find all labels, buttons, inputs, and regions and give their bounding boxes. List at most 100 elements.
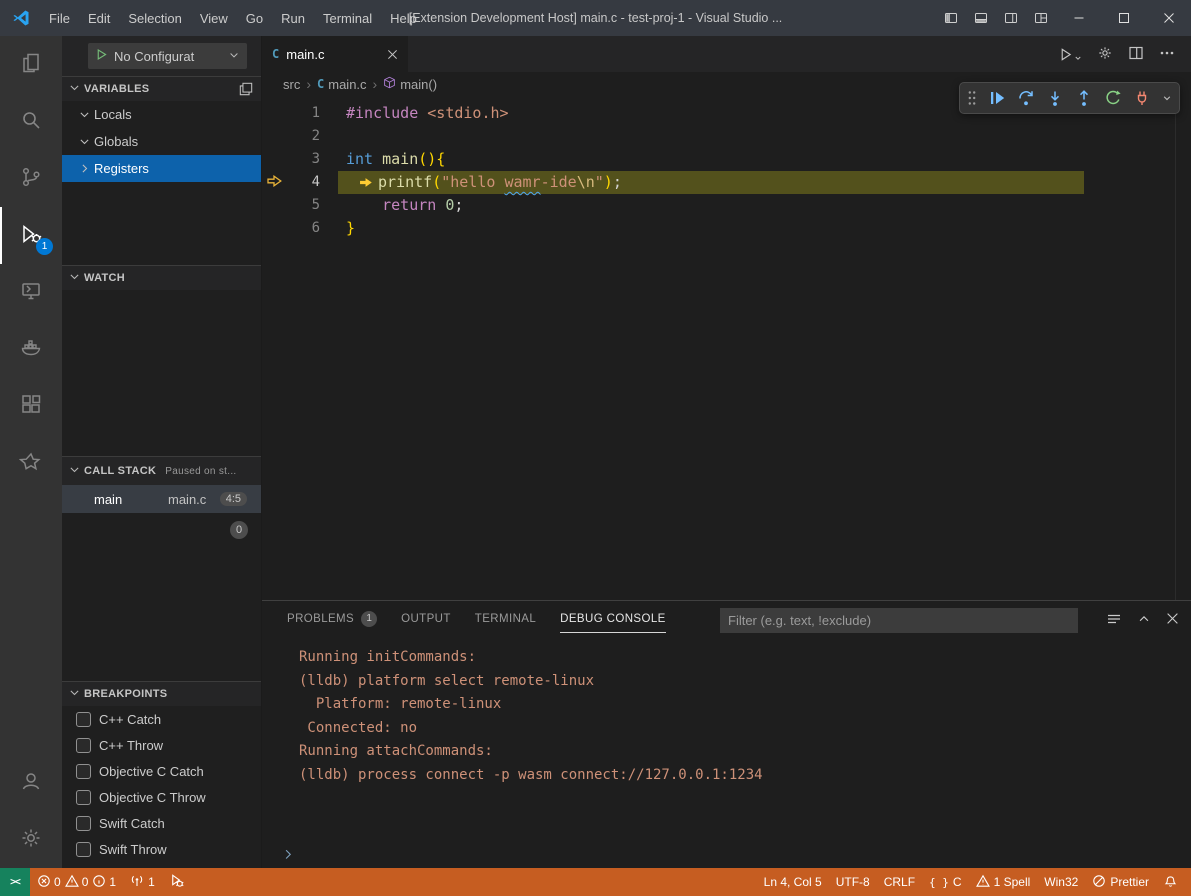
- continue-icon[interactable]: [988, 89, 1006, 107]
- breakpoint-item[interactable]: Swift Catch: [62, 810, 261, 836]
- activity-item-settings[interactable]: [0, 811, 62, 868]
- activity-item-source-control[interactable]: [0, 150, 62, 207]
- code-line-4[interactable]: 4printf("hello wamr-ide\n");: [262, 171, 1191, 194]
- activity-item-extensions[interactable]: [0, 378, 62, 435]
- breakpoint-item[interactable]: Swift Throw: [62, 836, 261, 862]
- checkbox-icon[interactable]: [76, 790, 91, 805]
- menu-go[interactable]: Go: [237, 0, 272, 36]
- maximize-panel-icon[interactable]: [1137, 612, 1151, 629]
- call-stack-frame[interactable]: main main.c 4:5: [62, 485, 261, 513]
- code-line-2[interactable]: 2: [262, 125, 1191, 148]
- notifications-bell[interactable]: [1156, 868, 1185, 896]
- platform-status[interactable]: Win32: [1037, 868, 1085, 896]
- debug-config-select[interactable]: No Configurat: [88, 43, 247, 69]
- language-mode[interactable]: { } C: [922, 868, 969, 896]
- debug-status[interactable]: [162, 868, 191, 896]
- code-line-5[interactable]: 5 return 0;: [262, 194, 1191, 217]
- menu-edit[interactable]: Edit: [79, 0, 119, 36]
- breakpoint-item[interactable]: C++ Catch: [62, 706, 261, 732]
- eol-sequence[interactable]: CRLF: [877, 868, 922, 896]
- close-tab-icon[interactable]: [387, 49, 398, 60]
- panel-tab-output[interactable]: OUTPUT: [401, 607, 451, 633]
- activity-item-favorites[interactable]: [0, 435, 62, 492]
- activity-item-accounts[interactable]: [0, 754, 62, 811]
- glyph-margin[interactable]: [262, 125, 286, 148]
- variables-item-locals[interactable]: Locals: [62, 101, 261, 128]
- activity-item-docker[interactable]: [0, 321, 62, 378]
- activity-item-run-and-debug[interactable]: 1: [0, 207, 62, 264]
- menu-run[interactable]: Run: [272, 0, 314, 36]
- code-line-3[interactable]: 3int main(){: [262, 148, 1191, 171]
- remote-indicator[interactable]: ><: [0, 868, 30, 896]
- watch-section-header[interactable]: WATCH: [62, 266, 261, 290]
- split-editor-icon[interactable]: [1128, 45, 1144, 64]
- cursor-position[interactable]: Ln 4, Col 5: [757, 868, 829, 896]
- line-number[interactable]: 1: [286, 102, 320, 125]
- toggle-primary-sidebar-icon[interactable]: [936, 0, 966, 36]
- glyph-margin[interactable]: [262, 102, 286, 125]
- customize-layout-icon[interactable]: [1026, 0, 1056, 36]
- menu-selection[interactable]: Selection: [119, 0, 190, 36]
- code-editor[interactable]: 1#include <stdio.h>23int main(){4printf(…: [262, 96, 1191, 600]
- line-number[interactable]: 4: [286, 171, 320, 194]
- console-filter-input[interactable]: [720, 608, 1078, 633]
- collapse-all-icon[interactable]: [239, 82, 253, 96]
- tab-main-c[interactable]: C main.c: [262, 36, 408, 72]
- panel-tab-problems[interactable]: PROBLEMS1: [287, 607, 377, 633]
- restart-icon[interactable]: [1104, 89, 1122, 107]
- maximize-button[interactable]: [1101, 0, 1146, 36]
- step-out-icon[interactable]: [1075, 89, 1093, 107]
- breakpoint-item[interactable]: C++ Throw: [62, 732, 261, 758]
- call-stack-section-header[interactable]: CALL STACK Paused on st...: [62, 457, 261, 485]
- breadcrumb-symbol[interactable]: main(): [383, 76, 437, 92]
- glyph-margin[interactable]: [262, 171, 286, 194]
- activity-item-explorer[interactable]: [0, 36, 62, 93]
- console-input[interactable]: [262, 842, 1191, 868]
- step-over-icon[interactable]: [1017, 89, 1035, 107]
- activity-item-remote-explorer[interactable]: [0, 264, 62, 321]
- variables-item-globals[interactable]: Globals: [62, 128, 261, 155]
- editor-gear-icon[interactable]: [1097, 45, 1113, 64]
- variables-section-header[interactable]: VARIABLES: [62, 77, 261, 101]
- glyph-margin[interactable]: [262, 194, 286, 217]
- breadcrumb-folder[interactable]: src: [283, 77, 300, 92]
- toolbar-drag-handle[interactable]: [967, 89, 977, 107]
- run-file-button[interactable]: [1058, 47, 1082, 62]
- line-number[interactable]: 6: [286, 217, 320, 240]
- breakpoint-item[interactable]: Objective C Throw: [62, 784, 261, 810]
- checkbox-icon[interactable]: [76, 712, 91, 727]
- code-line-6[interactable]: 6}: [262, 217, 1191, 240]
- line-number[interactable]: 5: [286, 194, 320, 217]
- menu-view[interactable]: View: [191, 0, 237, 36]
- menu-terminal[interactable]: Terminal: [314, 0, 381, 36]
- checkbox-icon[interactable]: [76, 842, 91, 857]
- checkbox-icon[interactable]: [76, 816, 91, 831]
- step-into-icon[interactable]: [1046, 89, 1064, 107]
- minimize-button[interactable]: [1056, 0, 1101, 36]
- close-panel-icon[interactable]: [1166, 612, 1179, 628]
- toggle-secondary-sidebar-icon[interactable]: [996, 0, 1026, 36]
- encoding[interactable]: UTF-8: [829, 868, 877, 896]
- console-options-icon[interactable]: [1106, 611, 1122, 630]
- panel-tab-debug-console[interactable]: DEBUG CONSOLE: [560, 607, 666, 633]
- variables-item-registers[interactable]: Registers: [62, 155, 261, 182]
- breadcrumb-file[interactable]: C main.c: [317, 77, 367, 92]
- breakpoints-section-header[interactable]: BREAKPOINTS: [62, 682, 261, 706]
- activity-item-search[interactable]: [0, 93, 62, 150]
- panel-tab-terminal[interactable]: TERMINAL: [475, 607, 536, 633]
- checkbox-icon[interactable]: [76, 764, 91, 779]
- close-button[interactable]: [1146, 0, 1191, 36]
- breakpoint-item[interactable]: Objective C Catch: [62, 758, 261, 784]
- glyph-margin[interactable]: [262, 217, 286, 240]
- menu-file[interactable]: File: [40, 0, 79, 36]
- line-number[interactable]: 2: [286, 125, 320, 148]
- checkbox-icon[interactable]: [76, 738, 91, 753]
- problems-status[interactable]: 0 0 1: [30, 868, 123, 896]
- glyph-margin[interactable]: [262, 148, 286, 171]
- ports-status[interactable]: 1: [123, 868, 162, 896]
- more-actions-icon[interactable]: [1159, 45, 1175, 64]
- line-number[interactable]: 3: [286, 148, 320, 171]
- formatter-status[interactable]: Prettier: [1085, 868, 1156, 896]
- disconnect-icon[interactable]: [1133, 89, 1151, 107]
- spell-checker-status[interactable]: 1 Spell: [969, 868, 1038, 896]
